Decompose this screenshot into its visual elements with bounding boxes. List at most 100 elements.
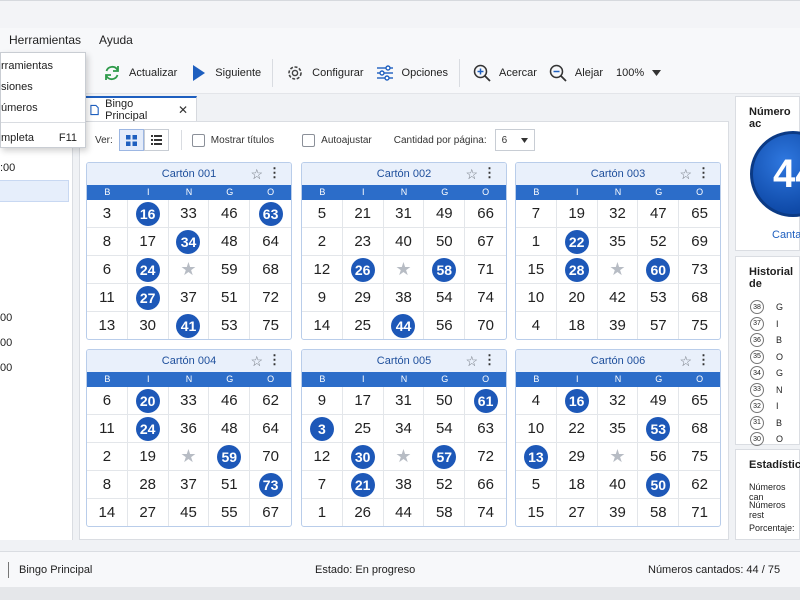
number-cell[interactable]: 26 xyxy=(343,499,384,526)
number-cell[interactable]: 74 xyxy=(465,284,506,312)
number-cell[interactable]: 35 xyxy=(597,228,639,256)
number-cell[interactable]: 68 xyxy=(679,284,720,312)
number-cell[interactable]: 42 xyxy=(597,284,639,312)
marked-number-cell[interactable]: 16 xyxy=(556,387,598,415)
number-cell[interactable]: 54 xyxy=(424,284,466,312)
number-cell[interactable]: 25 xyxy=(342,415,384,443)
number-cell[interactable]: 51 xyxy=(209,284,251,312)
marked-number-cell[interactable]: 59 xyxy=(209,443,251,471)
number-cell[interactable]: 75 xyxy=(250,312,291,339)
number-cell[interactable]: 14 xyxy=(87,499,128,526)
number-cell[interactable]: 37 xyxy=(168,284,210,312)
number-cell[interactable]: 53 xyxy=(638,284,680,312)
number-cell[interactable]: 18 xyxy=(556,471,598,499)
number-cell[interactable]: 67 xyxy=(250,499,291,526)
marked-number-cell[interactable]: 13 xyxy=(516,443,557,471)
number-cell[interactable]: 2 xyxy=(302,228,343,256)
number-cell[interactable]: 50 xyxy=(424,228,466,256)
marked-number-cell[interactable]: 24 xyxy=(127,256,169,284)
acercar-button[interactable]: Acercar xyxy=(466,58,542,88)
number-cell[interactable]: 38 xyxy=(383,471,425,499)
more-options-icon[interactable]: ⋮ xyxy=(697,165,710,181)
marked-number-cell[interactable]: 61 xyxy=(465,387,506,415)
number-cell[interactable]: 30 xyxy=(128,312,169,339)
cantar-link[interactable]: Canta xyxy=(772,229,800,241)
number-cell[interactable]: 63 xyxy=(465,415,506,443)
actualizar-button[interactable]: Actualizar xyxy=(96,58,182,88)
number-cell[interactable]: 31 xyxy=(383,200,425,228)
number-cell[interactable]: 66 xyxy=(465,471,506,499)
number-cell[interactable]: 64 xyxy=(250,228,291,256)
marked-number-cell[interactable]: 57 xyxy=(424,443,466,471)
number-cell[interactable]: 57 xyxy=(638,312,680,339)
number-cell[interactable]: 32 xyxy=(597,200,639,228)
marked-number-cell[interactable]: 22 xyxy=(556,228,598,256)
number-cell[interactable]: 56 xyxy=(424,312,466,339)
marked-number-cell[interactable]: 28 xyxy=(556,256,598,284)
number-cell[interactable]: 8 xyxy=(87,228,128,256)
star-icon[interactable]: ☆ xyxy=(679,353,692,370)
number-cell[interactable]: 7 xyxy=(516,200,557,228)
configurar-button[interactable]: Configurar xyxy=(279,58,368,88)
number-cell[interactable]: 59 xyxy=(209,256,251,284)
free-space-star-icon[interactable]: ★ xyxy=(597,256,639,284)
number-cell[interactable]: 72 xyxy=(465,443,506,471)
marked-number-cell[interactable]: 3 xyxy=(302,415,343,443)
tab-bingo-principal[interactable]: Bingo Principal ✕ xyxy=(83,96,197,122)
dropdown-item[interactable]: rramientas xyxy=(1,55,85,76)
marked-number-cell[interactable]: 60 xyxy=(638,256,680,284)
number-cell[interactable]: 33 xyxy=(168,200,210,228)
free-space-star-icon[interactable]: ★ xyxy=(168,443,210,471)
number-cell[interactable]: 17 xyxy=(127,228,169,256)
number-cell[interactable]: 68 xyxy=(250,256,291,284)
number-cell[interactable]: 44 xyxy=(384,499,425,526)
number-cell[interactable]: 14 xyxy=(302,312,343,339)
number-cell[interactable]: 65 xyxy=(679,200,720,228)
number-cell[interactable]: 69 xyxy=(679,228,720,256)
marked-number-cell[interactable]: 30 xyxy=(342,443,384,471)
number-cell[interactable]: 62 xyxy=(679,471,720,499)
free-space-star-icon[interactable]: ★ xyxy=(597,443,639,471)
marked-number-cell[interactable]: 63 xyxy=(250,200,291,228)
marked-number-cell[interactable]: 21 xyxy=(342,471,384,499)
number-cell[interactable]: 4 xyxy=(516,312,557,339)
mostrar-titulos-checkbox[interactable] xyxy=(191,133,205,147)
number-cell[interactable]: 34 xyxy=(383,415,425,443)
number-cell[interactable]: 1 xyxy=(516,228,557,256)
number-cell[interactable]: 27 xyxy=(557,499,598,526)
number-cell[interactable]: 12 xyxy=(302,443,343,471)
list-view-button[interactable] xyxy=(143,129,169,151)
autoajustar-checkbox[interactable] xyxy=(302,133,316,147)
number-cell[interactable]: 10 xyxy=(516,415,557,443)
number-cell[interactable]: 38 xyxy=(383,284,425,312)
more-options-icon[interactable]: ⋮ xyxy=(268,165,281,181)
number-cell[interactable]: 4 xyxy=(516,387,557,415)
number-cell[interactable]: 2 xyxy=(87,443,128,471)
number-cell[interactable]: 52 xyxy=(424,471,466,499)
number-cell[interactable]: 36 xyxy=(168,415,210,443)
number-cell[interactable]: 33 xyxy=(168,387,210,415)
number-cell[interactable]: 5 xyxy=(516,471,557,499)
more-options-icon[interactable]: ⋮ xyxy=(483,352,496,368)
number-cell[interactable]: 27 xyxy=(128,499,169,526)
dropdown-item[interactable]: mpleta F11 xyxy=(1,127,85,148)
marked-number-cell[interactable]: 53 xyxy=(638,415,680,443)
number-cell[interactable]: 67 xyxy=(465,228,506,256)
left-panel-item[interactable]: 00 xyxy=(0,337,12,349)
number-cell[interactable]: 6 xyxy=(87,387,128,415)
zoom-select[interactable]: 100% xyxy=(608,67,662,79)
number-cell[interactable]: 46 xyxy=(209,200,251,228)
close-icon[interactable]: ✕ xyxy=(178,103,188,117)
number-cell[interactable]: 68 xyxy=(679,415,720,443)
number-cell[interactable]: 29 xyxy=(342,284,384,312)
number-cell[interactable]: 62 xyxy=(250,387,291,415)
number-cell[interactable]: 75 xyxy=(679,443,720,471)
number-cell[interactable]: 71 xyxy=(679,499,720,526)
number-cell[interactable]: 9 xyxy=(302,284,343,312)
number-cell[interactable]: 73 xyxy=(679,256,720,284)
number-cell[interactable]: 21 xyxy=(342,200,384,228)
marked-number-cell[interactable]: 34 xyxy=(168,228,210,256)
number-cell[interactable]: 6 xyxy=(87,256,128,284)
number-cell[interactable]: 70 xyxy=(465,312,506,339)
number-cell[interactable]: 15 xyxy=(516,499,557,526)
